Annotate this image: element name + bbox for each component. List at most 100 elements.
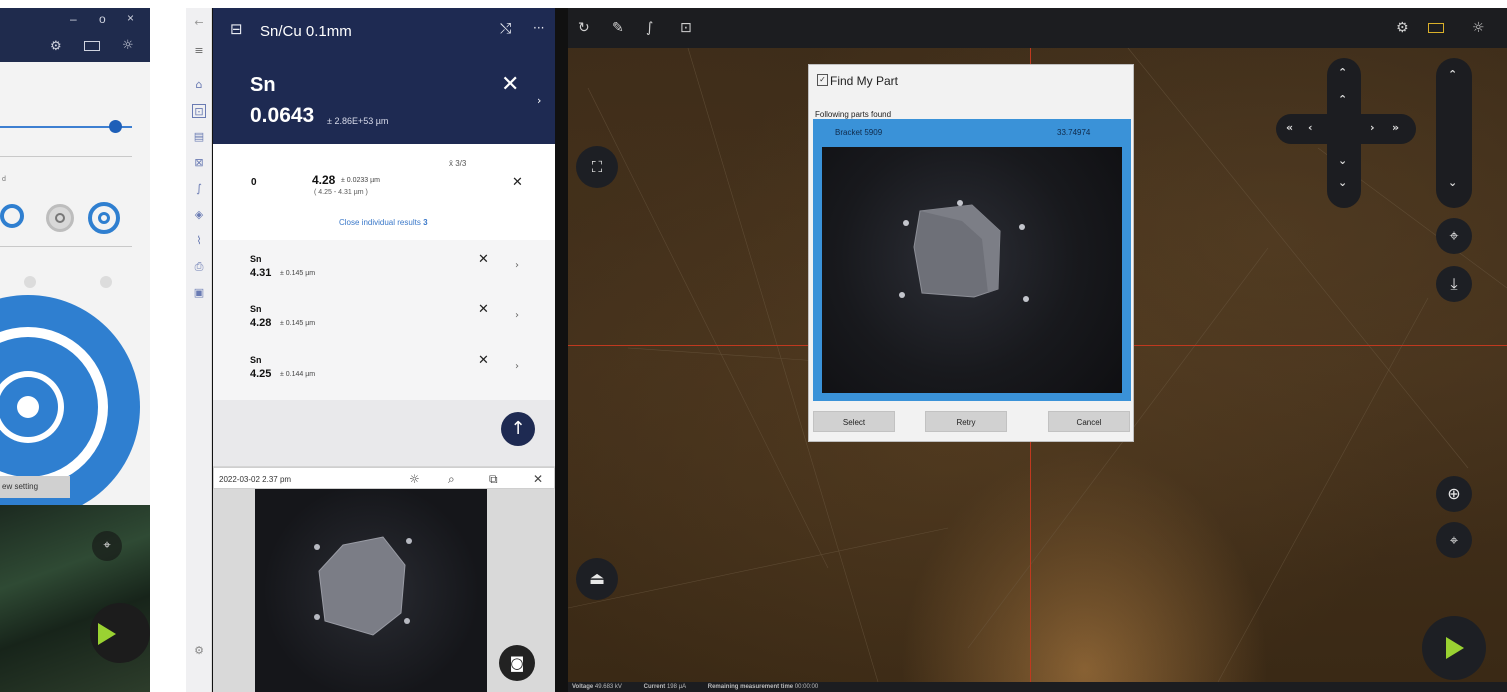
capture-button[interactable]: ◙ (499, 645, 535, 681)
camera-icon[interactable] (1428, 23, 1444, 33)
home-icon[interactable]: ⌂ (192, 78, 206, 92)
brightness-icon[interactable]: ☼ (122, 38, 134, 53)
target-button[interactable]: ⌖ (1436, 218, 1472, 254)
play-icon (98, 623, 116, 645)
summary-card[interactable]: Sn 0.0643 ± 2.86E+53 µm ✕ › (213, 54, 555, 144)
close-icon[interactable]: ✕ (478, 302, 489, 317)
result-value: 4.25 (250, 368, 272, 380)
detail-uncertainty: ± 0.0233 µm (341, 177, 381, 184)
spectrum-icon[interactable]: ∫ (192, 182, 206, 196)
dialog-subtitle: Following parts found (815, 110, 892, 119)
focus-icon[interactable]: ⌖ (92, 531, 122, 561)
database-icon[interactable]: ▤ (192, 130, 206, 144)
summary-element: Sn (250, 74, 276, 96)
chevron-right-icon[interactable]: › (515, 260, 519, 271)
camera-icon: ◙ (509, 654, 525, 672)
stage-navigation-pad[interactable]: ⌃ ⌃ « ‹ › » ⌄ ⌄ (1276, 58, 1426, 208)
eject-button[interactable]: ⏏ (576, 558, 618, 600)
cancel-button[interactable]: Cancel (1048, 411, 1130, 432)
maximize-button[interactable]: o (99, 12, 106, 26)
gear-icon[interactable]: ⚙ (50, 39, 62, 54)
search-icon[interactable]: ⌕ (448, 472, 455, 487)
view-toolbar: ↻ ✎ ∫ ⊡ ⚙ ☼ (568, 8, 1507, 48)
back-icon[interactable]: ← (192, 16, 206, 30)
part-name[interactable]: Bracket 5909 (835, 128, 882, 137)
dialog-title: Find My Part (830, 74, 899, 88)
results-panel: ⊟ Sn/Cu 0.1mm ⤭ ··· Sn 0.0643 ± 2.86E+53… (213, 8, 555, 692)
fit-view-button[interactable]: ⛶ (576, 146, 618, 188)
summary-uncertainty: ± 2.86E+53 µm (327, 116, 389, 126)
detail-value: 4.28 (312, 173, 336, 187)
retry-button[interactable]: Retry (925, 411, 1007, 432)
refresh-icon[interactable]: ↻ (578, 20, 590, 36)
minimize-button[interactable]: – (70, 12, 77, 26)
result-row[interactable]: Sn 4.25 ± 0.144 µm ✕ › (213, 349, 555, 399)
z-axis-control[interactable]: ⌃ ⌄ (1436, 58, 1472, 208)
move-left-fast-icon[interactable]: « (1286, 121, 1293, 134)
panel-header: ⊟ Sn/Cu 0.1mm ⤭ ··· (213, 8, 555, 54)
start-measurement-button[interactable] (1422, 616, 1486, 680)
slider-handle[interactable] (109, 120, 122, 133)
image-icon[interactable]: ▣ (192, 286, 206, 300)
more-icon[interactable]: ··· (533, 21, 544, 35)
move-right-fast-icon[interactable]: » (1392, 121, 1399, 134)
close-icon[interactable]: ✕ (501, 72, 519, 97)
spot-size-option-2[interactable] (46, 204, 74, 232)
snapshot-window: 2022-03-02 2.37 pm ☼ ⌕ ⧉ ✕ ◙ (213, 466, 555, 692)
locate-icon: ⊕ (1447, 484, 1461, 503)
gear-icon[interactable]: ⚙ (192, 644, 206, 658)
close-icon[interactable]: ✕ (478, 252, 489, 267)
current-value: 198 µA (666, 684, 687, 690)
move-up-icon[interactable]: ⌃ (1338, 93, 1347, 106)
scroll-up-button[interactable]: ↑ (501, 412, 535, 446)
result-row[interactable]: Sn 4.28 ± 0.145 µm ✕ › (213, 298, 555, 348)
move-down-fast-icon[interactable]: ⌄ (1338, 176, 1347, 189)
shuffle-icon[interactable]: ⤭ (500, 21, 511, 37)
chart-icon[interactable]: ⌇ (192, 234, 206, 248)
find-part-icon[interactable]: ⊡ (680, 20, 692, 36)
z-up-icon[interactable]: ⌃ (1448, 68, 1457, 81)
close-icon[interactable]: ✕ (478, 353, 489, 368)
brightness-icon[interactable]: ☼ (409, 472, 420, 486)
indicator-dot (24, 276, 36, 288)
open-external-icon[interactable]: ⧉ (489, 472, 498, 487)
brightness-icon[interactable]: ☼ (1472, 20, 1485, 36)
camera-preview (0, 505, 150, 692)
close-icon[interactable]: ✕ (533, 472, 543, 486)
spot-size-option-1[interactable] (0, 204, 24, 228)
result-element: Sn (250, 355, 262, 365)
result-uncertainty: ± 0.144 µm (280, 371, 316, 378)
move-right-icon[interactable]: › (1370, 121, 1375, 134)
close-icon[interactable]: ✕ (512, 175, 523, 190)
window-titlebar: – o × (0, 8, 150, 32)
focus-button[interactable]: ⌖ (1436, 522, 1472, 558)
part-score: 33.74974 (1057, 128, 1091, 137)
spot-size-option-3[interactable] (88, 202, 120, 234)
layers-icon[interactable]: ◈ (192, 208, 206, 222)
chevron-right-icon[interactable]: › (515, 310, 519, 321)
move-up-fast-icon[interactable]: ⌃ (1338, 66, 1347, 79)
result-value: 4.28 (250, 317, 272, 329)
gear-icon[interactable]: ⚙ (1396, 20, 1409, 36)
z-down-icon[interactable]: ⌄ (1448, 176, 1457, 189)
move-left-icon[interactable]: ‹ (1308, 121, 1313, 134)
find-part-icon[interactable]: ⊠ (192, 156, 206, 170)
camera-icon[interactable] (84, 41, 100, 51)
locate-button[interactable]: ⊕ (1436, 476, 1472, 512)
menu-icon[interactable]: ≡ (192, 44, 206, 58)
result-row[interactable]: Sn 4.31 ± 0.145 µm ✕ › (213, 248, 555, 298)
pen-icon[interactable]: ✎ (612, 20, 624, 36)
scan-icon[interactable]: ⊡ (192, 104, 206, 118)
chevron-right-icon[interactable]: › (515, 361, 519, 372)
download-button[interactable]: ⤓ (1436, 266, 1472, 302)
move-down-icon[interactable]: ⌄ (1338, 154, 1347, 167)
find-my-part-dialog: ✓ Find My Part Following parts found Bra… (808, 64, 1134, 442)
print-icon[interactable]: ⎙ (192, 260, 206, 274)
close-button[interactable]: × (127, 11, 134, 25)
close-individual-results-link[interactable]: Close individual results 3 (339, 218, 428, 227)
start-button[interactable] (90, 603, 150, 663)
chevron-right-icon[interactable]: › (537, 94, 541, 107)
spectrum-icon[interactable]: ∫ (646, 20, 653, 36)
new-setting-button[interactable]: ew setting (0, 476, 70, 498)
select-button[interactable]: Select (813, 411, 895, 432)
